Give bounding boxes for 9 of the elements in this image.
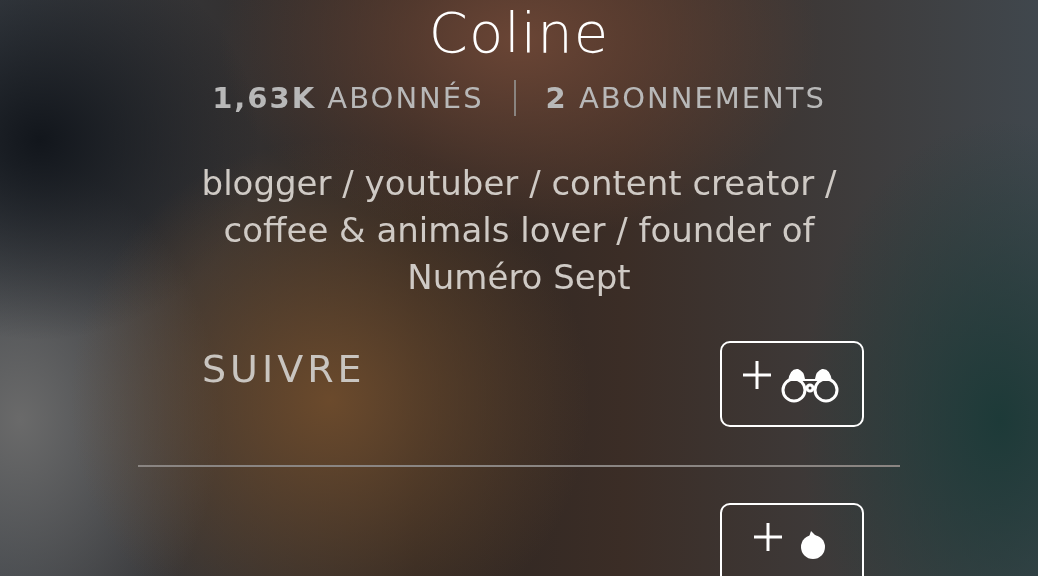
profile-name: Coline	[428, 0, 610, 66]
following-count[interactable]: 2 ABONNEMENTS	[545, 81, 826, 115]
followers-count[interactable]: 1,63K ABONNÉS	[212, 81, 484, 115]
add-button[interactable]	[720, 341, 864, 427]
follow-label: SUIVRE	[202, 347, 366, 391]
plus-icon	[742, 360, 772, 390]
add-button[interactable]	[720, 503, 864, 576]
plus-icon	[753, 522, 783, 552]
bio-text: blogger / youtuber / content creator / coffee & animals lover / founder of Numéro Sept	[200, 162, 838, 299]
